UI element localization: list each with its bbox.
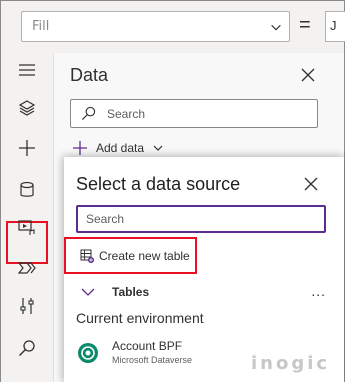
media-icon: [18, 220, 35, 235]
property-value: Fill: [32, 19, 50, 34]
search-icon: [81, 106, 96, 121]
data-search-input[interactable]: Search: [70, 99, 318, 128]
chevron-down-icon: [271, 24, 281, 31]
power-automate-button[interactable]: [11, 253, 43, 283]
data-button[interactable]: [11, 175, 43, 205]
formula-input[interactable]: J: [325, 11, 345, 42]
add-data-label: Add data: [96, 141, 145, 155]
dataverse-icon: [78, 343, 98, 363]
formula-bar: Fill = J: [1, 1, 345, 53]
table-add-icon: [80, 249, 94, 263]
create-new-table-label: Create new table: [99, 248, 190, 263]
more-options-icon[interactable]: ...: [311, 283, 326, 299]
item-source: Microsoft Dataverse: [112, 355, 193, 365]
media-button[interactable]: [11, 213, 43, 243]
formula-text: J: [330, 18, 337, 33]
property-dropdown[interactable]: Fill: [21, 11, 290, 42]
tree-view-button[interactable]: [11, 93, 43, 123]
data-panel-title: Data: [70, 65, 109, 85]
select-data-source-flyout: Select a data source Create new table Ta…: [64, 157, 344, 382]
tools-icon: [20, 298, 34, 314]
search-button[interactable]: [11, 333, 43, 363]
insert-button[interactable]: [11, 133, 43, 163]
advanced-tools-button[interactable]: [11, 291, 43, 321]
watermark-logo: inogic: [251, 353, 331, 374]
source-search-input[interactable]: [78, 207, 324, 231]
flyout-title: Select a data source: [76, 174, 241, 194]
chevron-down-icon: [81, 288, 95, 296]
power-automate-icon: [18, 262, 36, 274]
chevron-down-icon: [153, 145, 163, 151]
layers-icon: [18, 100, 36, 116]
tables-section-header[interactable]: Tables ...: [80, 281, 330, 303]
item-name: Account BPF: [112, 339, 183, 353]
create-new-table-button[interactable]: Create new table: [64, 237, 197, 274]
current-environment-label: Current environment: [76, 310, 204, 326]
data-search-placeholder: Search: [107, 107, 146, 121]
tables-label: Tables: [112, 285, 150, 299]
add-data-button[interactable]: Add data: [72, 138, 164, 158]
left-rail: [1, 53, 53, 382]
source-search-field[interactable]: [76, 205, 326, 233]
plus-icon: [73, 141, 87, 155]
search-icon: [19, 340, 35, 356]
plus-icon: [19, 140, 35, 156]
close-icon[interactable]: [303, 176, 319, 192]
equals-sign: =: [299, 14, 311, 36]
menu-button[interactable]: [11, 55, 43, 85]
hamburger-icon: [19, 64, 35, 76]
database-icon: [20, 181, 34, 197]
close-icon[interactable]: [300, 67, 316, 83]
